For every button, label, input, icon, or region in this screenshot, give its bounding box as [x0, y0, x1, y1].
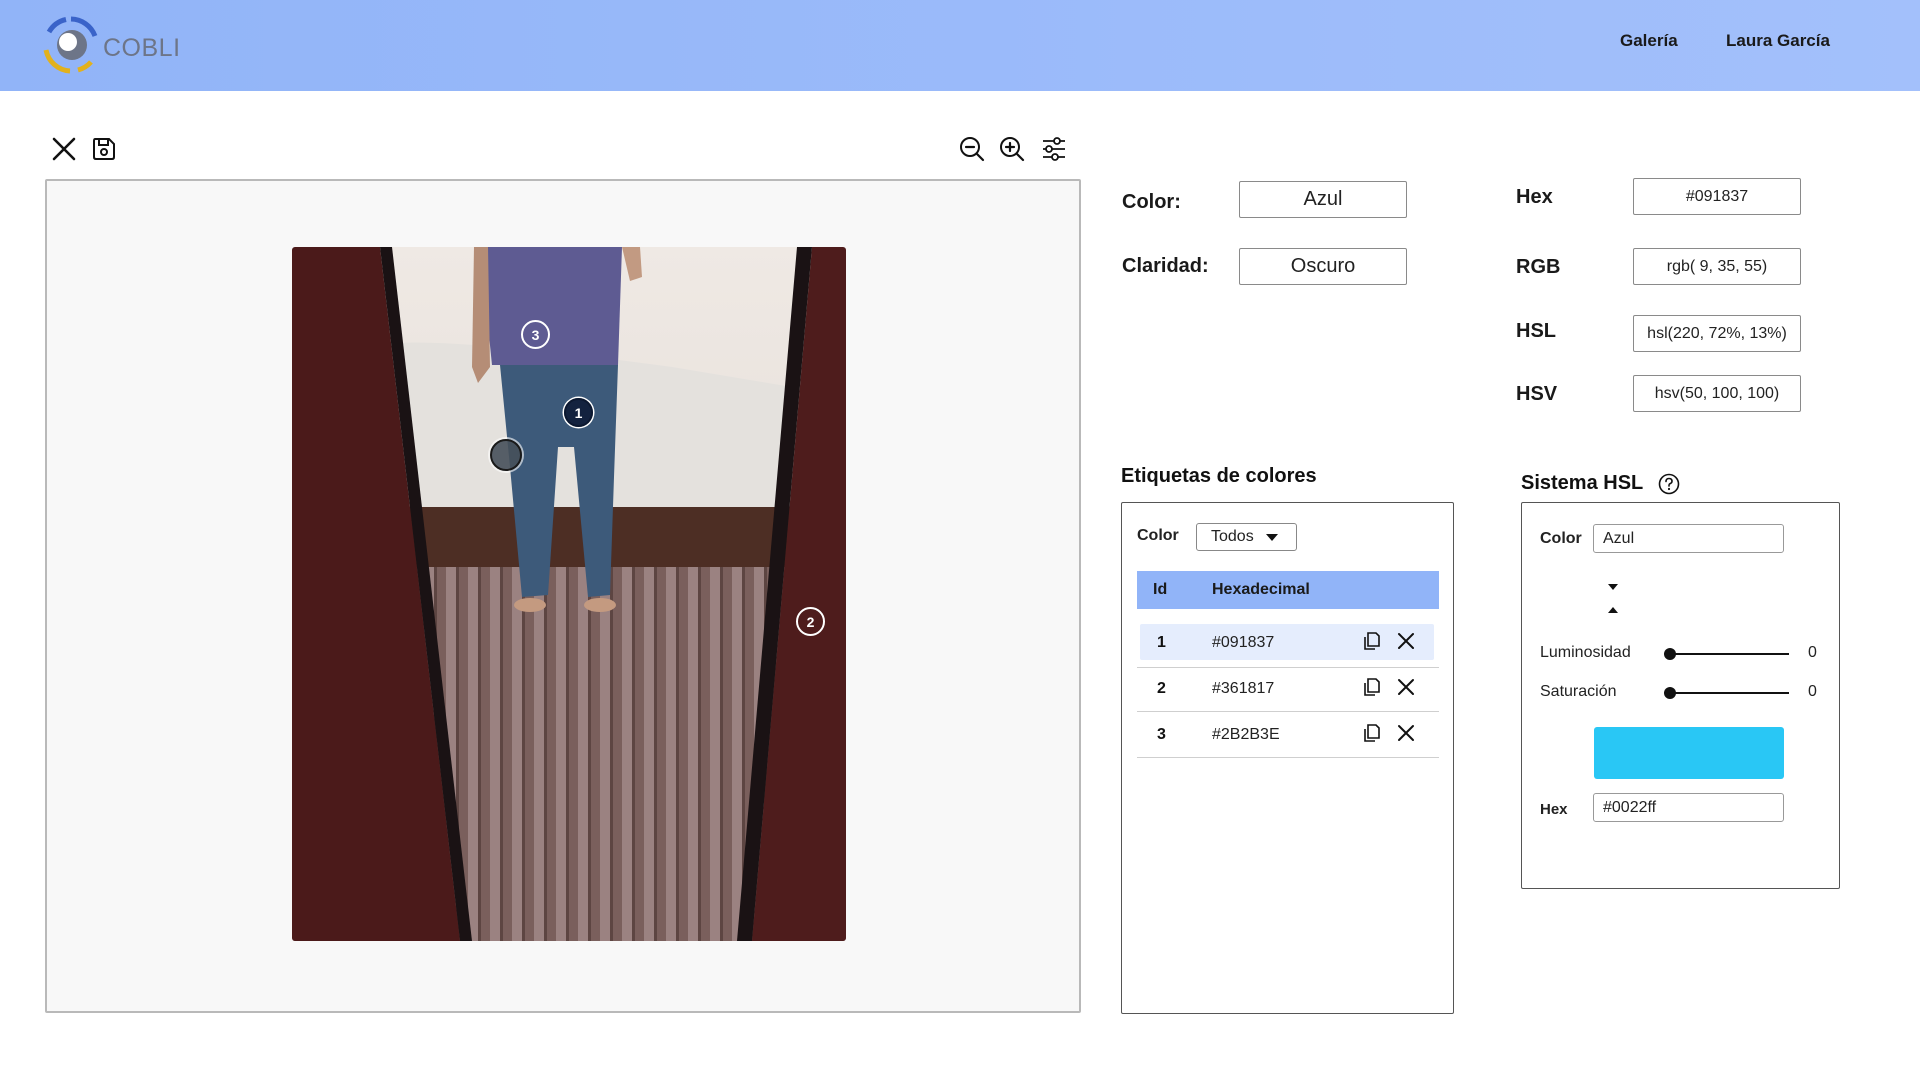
row-id: 1	[1157, 634, 1166, 651]
saturation-slider-handle[interactable]	[1664, 687, 1676, 699]
clarity-label: Claridad:	[1122, 255, 1209, 277]
zoom-out-icon	[960, 137, 985, 162]
cobli-logo-icon	[43, 16, 98, 74]
zoom-in-button[interactable]	[996, 133, 1028, 165]
nav-user-link[interactable]: Laura García	[1726, 31, 1830, 51]
color-picker-cursor[interactable]	[490, 439, 522, 471]
table-row[interactable]: 1 #091837	[1137, 624, 1439, 668]
hex-label: Hex	[1516, 186, 1553, 208]
color-label: Color:	[1122, 191, 1181, 213]
hsl-hex-input[interactable]: #0022ff	[1593, 793, 1784, 822]
rgb-field: rgb( 9, 35, 55)	[1633, 248, 1801, 285]
hsl-system-title: Sistema HSL	[1521, 472, 1644, 494]
help-icon[interactable]	[1658, 473, 1680, 495]
tags-filter-label: Color	[1137, 527, 1179, 544]
photo[interactable]	[292, 247, 846, 941]
close-button[interactable]	[48, 133, 80, 165]
delete-icon[interactable]	[1395, 676, 1417, 698]
table-row[interactable]: 2 #361817	[1137, 668, 1439, 712]
zoom-in-icon	[1000, 137, 1025, 162]
decrease-arrow-icon[interactable]	[1608, 584, 1618, 590]
hsl-color-input[interactable]: Azul	[1593, 524, 1784, 553]
hsl-color-label: Color	[1540, 530, 1582, 547]
brand-name: COBLI	[103, 34, 181, 62]
tags-panel: Color Todos Id Hexadecimal 1 #091837 2 #…	[1121, 502, 1454, 1014]
sliders-icon	[1043, 137, 1065, 161]
delete-icon[interactable]	[1395, 722, 1417, 744]
luminosity-slider-handle[interactable]	[1664, 648, 1676, 660]
luminosity-value: 0	[1808, 644, 1817, 661]
photo-image	[292, 247, 846, 941]
color-swatch	[1594, 727, 1784, 779]
tags-filter-select[interactable]: Todos	[1196, 523, 1297, 551]
hsl-panel: Color Azul Luminosidad 0 Saturación 0 He…	[1521, 502, 1840, 889]
app-header: COBLI Galería Laura García	[0, 0, 1920, 91]
tags-title: Etiquetas de colores	[1121, 465, 1317, 487]
hsl-hex-label: Hex	[1540, 801, 1568, 818]
saturation-value: 0	[1808, 683, 1817, 700]
row-id: 2	[1157, 680, 1166, 697]
saturation-track[interactable]	[1669, 692, 1789, 694]
hsv-label: HSV	[1516, 383, 1558, 405]
row-hex: #091837	[1212, 634, 1275, 651]
col-id-header: Id	[1153, 581, 1168, 598]
row-hex: #361817	[1212, 680, 1275, 697]
color-marker-3[interactable]: 3	[521, 320, 550, 349]
hsl-label: HSL	[1516, 320, 1556, 342]
luminosity-label: Luminosidad	[1540, 644, 1631, 661]
row-hex: #2B2B3E	[1212, 726, 1280, 743]
zoom-out-button[interactable]	[956, 133, 988, 165]
close-icon	[52, 137, 76, 161]
clarity-field: Oscuro	[1239, 248, 1407, 285]
hsv-field: hsv(50, 100, 100)	[1633, 375, 1801, 412]
delete-icon[interactable]	[1395, 630, 1417, 652]
copy-icon[interactable]	[1361, 722, 1383, 744]
increase-arrow-icon[interactable]	[1608, 607, 1618, 613]
chevron-down-icon	[1265, 533, 1278, 541]
nav-gallery-link[interactable]: Galería	[1620, 31, 1678, 51]
copy-icon[interactable]	[1361, 676, 1383, 698]
row-id: 3	[1157, 726, 1166, 743]
color-name-field: Azul	[1239, 181, 1407, 218]
table-row[interactable]: 3 #2B2B3E	[1137, 714, 1439, 758]
col-hex-header: Hexadecimal	[1212, 581, 1310, 598]
adjustments-button[interactable]	[1038, 133, 1070, 165]
color-marker-2[interactable]: 2	[796, 607, 825, 636]
save-icon	[93, 138, 115, 160]
tags-filter-value: Todos	[1211, 528, 1254, 545]
hex-field: #091837	[1633, 178, 1801, 215]
save-button[interactable]	[88, 133, 120, 165]
hsl-field: hsl(220, 72%, 13%)	[1633, 315, 1801, 352]
copy-icon[interactable]	[1361, 630, 1383, 652]
saturation-label: Saturación	[1540, 683, 1617, 700]
luminosity-track[interactable]	[1669, 653, 1789, 655]
tags-table-header: Id Hexadecimal	[1137, 571, 1439, 609]
color-marker-1[interactable]: 1	[564, 398, 593, 427]
rgb-label: RGB	[1516, 256, 1561, 278]
image-viewer[interactable]: 3 1 2	[45, 179, 1081, 1013]
